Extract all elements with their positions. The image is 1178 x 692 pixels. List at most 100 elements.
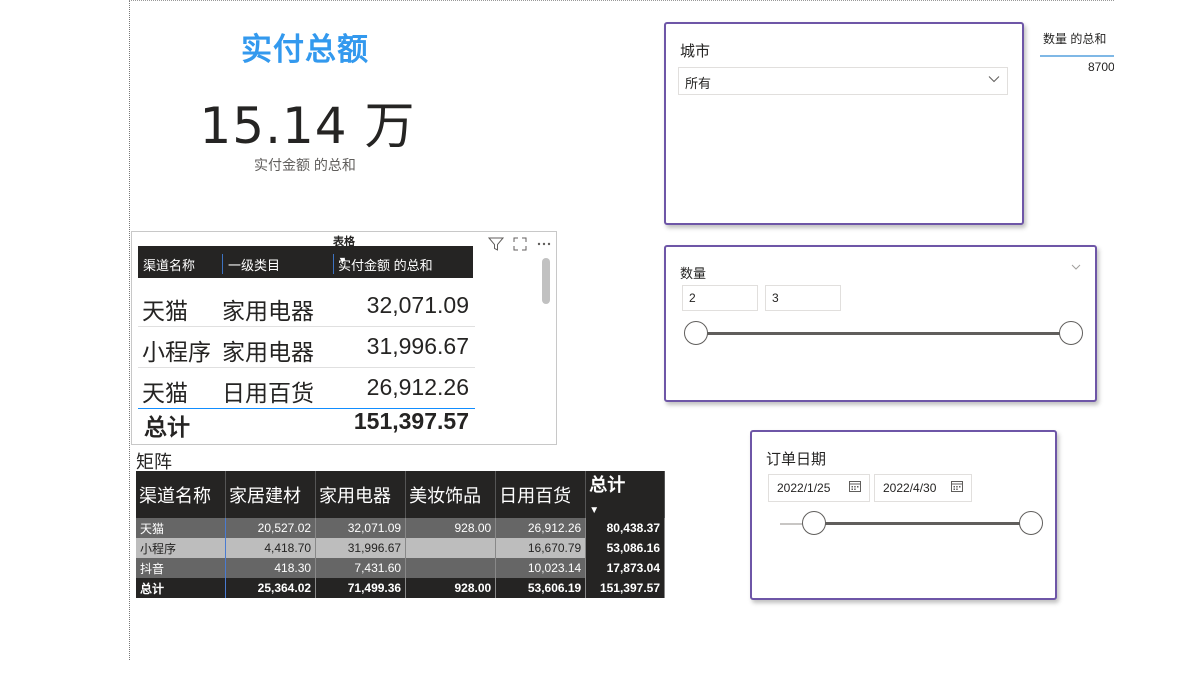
cell-channel: 小程序	[142, 339, 211, 365]
matrix-header-appliances[interactable]: 家用电器	[315, 471, 407, 518]
date-slider-start-handle[interactable]	[802, 511, 826, 535]
quantity-min-input[interactable]: 2	[682, 285, 758, 311]
calendar-icon[interactable]	[951, 480, 963, 492]
column-divider	[333, 254, 334, 274]
matrix-cell-total: 80,438.37	[585, 518, 665, 538]
filter-icon[interactable]	[488, 236, 504, 252]
card-value: 15.14 万	[199, 97, 416, 155]
canvas-border-top	[129, 0, 1178, 1]
card-caption: 实付金额 的总和	[254, 157, 356, 173]
quantity-card-underline	[1040, 55, 1114, 57]
matrix-cell: 53,606.19	[495, 578, 587, 598]
total-label: 总计	[144, 414, 190, 440]
matrix-cell: 4,418.70	[225, 538, 317, 558]
quantity-slicer-title: 数量	[680, 266, 707, 281]
quantity-min-value: 2	[689, 291, 696, 305]
column-header-channel[interactable]: 渠道名称	[143, 255, 195, 274]
matrix-cell-total: 151,397.57	[585, 578, 665, 598]
matrix-cell: 10,023.14	[495, 558, 587, 578]
matrix-cell: 25,364.02	[225, 578, 317, 598]
cell-category: 日用百货	[222, 380, 314, 406]
end-date-value: 2022/4/30	[883, 481, 937, 495]
table-visual[interactable]: 表格 渠道名称 一级类目 实付金额 的总和 ▼ 天猫 家用电器 32,071.0…	[131, 231, 557, 445]
order-date-slicer[interactable]: 订单日期 2022/1/25 2022/4/30	[750, 430, 1057, 600]
visual-header-icons	[488, 236, 552, 252]
city-slicer-title: 城市	[680, 43, 711, 60]
cell-category: 家用电器	[222, 339, 314, 365]
table-row[interactable]: 天猫 家用电器 32,071.09	[138, 286, 475, 327]
end-date-input[interactable]: 2022/4/30	[874, 474, 972, 502]
matrix-cell: 31,996.67	[315, 538, 407, 558]
matrix-row[interactable]: 抖音 418.30 7,431.60 10,023.14 17,873.04	[136, 558, 665, 578]
table-row[interactable]: 小程序 家用电器 31,996.67	[138, 327, 475, 368]
matrix-cell: 20,527.02	[225, 518, 317, 538]
more-options-icon[interactable]	[536, 236, 552, 252]
cell-channel: 天猫	[142, 380, 188, 406]
cell-amount: 32,071.09	[366, 292, 469, 318]
scrollbar-thumb[interactable]	[542, 258, 550, 304]
matrix-visual[interactable]: 渠道名称 家居建材 家用电器 美妆饰品 日用百货 总计 ▼ 天猫 20,527.0…	[136, 471, 665, 598]
quantity-sum-label: 数量 的总和	[1043, 32, 1107, 46]
quantity-max-value: 3	[772, 291, 779, 305]
start-date-input[interactable]: 2022/1/25	[768, 474, 870, 502]
matrix-header-total[interactable]: 总计 ▼	[585, 471, 665, 518]
cell-amount: 26,912.26	[366, 374, 469, 400]
quantity-slider-min-handle[interactable]	[684, 321, 708, 345]
date-slider-track[interactable]	[814, 522, 1030, 525]
column-header-amount[interactable]: 实付金额 的总和	[338, 255, 433, 274]
card-title: 实付总额	[241, 32, 369, 67]
matrix-row[interactable]: 小程序 4,418.70 31,996.67 16,670.79 53,086.…	[136, 538, 665, 558]
table-body: 天猫 家用电器 32,071.09 小程序 家用电器 31,996.67 天猫 …	[138, 286, 475, 409]
matrix-cell: 928.00	[405, 578, 497, 598]
matrix-cell: 71,499.36	[315, 578, 407, 598]
matrix-cell: 天猫	[136, 518, 226, 538]
matrix-cell	[405, 558, 497, 578]
city-dropdown[interactable]: 所有	[678, 67, 1008, 95]
city-dropdown-value: 所有	[685, 76, 712, 91]
matrix-cell: 928.00	[405, 518, 497, 538]
focus-mode-icon[interactable]	[512, 236, 528, 252]
column-divider	[222, 254, 223, 274]
matrix-cell-total: 53,086.16	[585, 538, 665, 558]
matrix-cell-total: 17,873.04	[585, 558, 665, 578]
city-slicer[interactable]: 城市 所有	[664, 22, 1024, 225]
matrix-cell: 总计	[136, 578, 226, 598]
total-value: 151,397.57	[353, 408, 469, 434]
start-date-value: 2022/1/25	[777, 481, 831, 495]
quantity-max-input[interactable]: 3	[765, 285, 841, 311]
matrix-cell: 小程序	[136, 538, 226, 558]
calendar-icon[interactable]	[849, 480, 861, 492]
cell-amount: 31,996.67	[366, 333, 469, 359]
matrix-cell	[405, 538, 497, 558]
matrix-cell: 7,431.60	[315, 558, 407, 578]
quantity-slider-track[interactable]	[696, 332, 1072, 335]
cell-channel: 天猫	[142, 298, 188, 324]
column-header-category[interactable]: 一级类目	[228, 255, 280, 274]
table-total-row: 总计 151,397.57	[138, 406, 475, 440]
matrix-header-beauty[interactable]: 美妆饰品	[405, 471, 497, 518]
matrix-cell: 16,670.79	[495, 538, 587, 558]
matrix-header-channel[interactable]: 渠道名称	[136, 471, 226, 518]
viewport-edge	[1114, 0, 1178, 692]
matrix-cell: 32,071.09	[315, 518, 407, 538]
matrix-total-row[interactable]: 总计 25,364.02 71,499.36 928.00 53,606.19 …	[136, 578, 665, 598]
quantity-sum-value: 8700	[1088, 60, 1115, 74]
chevron-down-icon[interactable]	[1071, 262, 1081, 272]
matrix-cell: 抖音	[136, 558, 226, 578]
order-date-slicer-title: 订单日期	[766, 451, 827, 468]
chevron-down-icon	[988, 76, 1000, 83]
matrix-header-total-label: 总计	[589, 475, 626, 495]
sort-desc-icon: ▼	[338, 255, 347, 265]
date-slider-end-handle[interactable]	[1019, 511, 1043, 535]
quantity-slicer[interactable]: 数量 2 3	[664, 245, 1097, 402]
sort-desc-icon: ▼	[589, 505, 600, 516]
cell-category: 家用电器	[222, 298, 314, 324]
table-row[interactable]: 天猫 日用百货 26,912.26	[138, 368, 475, 409]
table-header: 渠道名称 一级类目 实付金额 的总和 ▼	[138, 246, 473, 278]
matrix-header-daily-goods[interactable]: 日用百货	[495, 471, 587, 518]
matrix-header-home-building[interactable]: 家居建材	[225, 471, 317, 518]
matrix-cell: 418.30	[225, 558, 317, 578]
quantity-slider-max-handle[interactable]	[1059, 321, 1083, 345]
matrix-cell: 26,912.26	[495, 518, 587, 538]
matrix-row[interactable]: 天猫 20,527.02 32,071.09 928.00 26,912.26 …	[136, 518, 665, 538]
